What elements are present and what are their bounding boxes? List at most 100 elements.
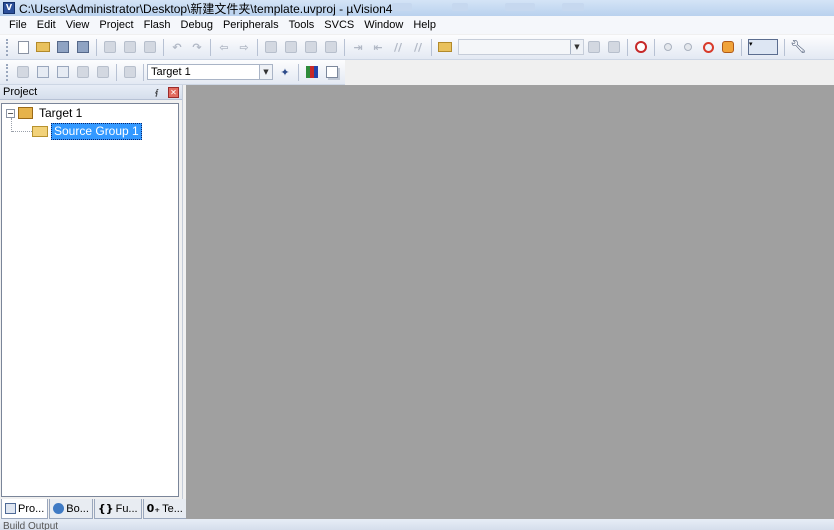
insert-bookmark-button[interactable] — [263, 39, 279, 55]
toolbar-separator — [431, 38, 432, 56]
debug-magnifier-icon — [635, 41, 647, 53]
find-in-files-icon — [438, 42, 452, 52]
toolbar-separator — [741, 38, 742, 56]
menu-project[interactable]: Project — [94, 16, 138, 34]
undo-button[interactable]: ↶ — [169, 39, 185, 55]
batch-build-button[interactable] — [75, 64, 91, 80]
chevron-down-icon[interactable]: ▼ — [570, 40, 583, 54]
open-button[interactable] — [35, 39, 51, 55]
tab-templates[interactable]: 0₊ Te... — [142, 499, 187, 519]
breakpoint-ring-icon — [702, 41, 714, 53]
incremental-find-button[interactable] — [606, 39, 622, 55]
navigate-back-button[interactable]: ⇦ — [216, 39, 232, 55]
unindent-button[interactable]: ⇤ — [370, 39, 386, 55]
find-button[interactable] — [586, 39, 602, 55]
arrow-right-icon: ⇨ — [239, 40, 249, 54]
select-device-button[interactable] — [324, 64, 340, 80]
configure-button[interactable]: 🔧︎ — [790, 39, 807, 55]
menu-flash[interactable]: Flash — [139, 16, 176, 34]
find-combo[interactable]: ▼ — [458, 39, 584, 55]
window-layout-button[interactable]: ▾ — [747, 39, 779, 55]
download-icon — [124, 66, 136, 78]
collapse-icon[interactable]: − — [6, 108, 15, 118]
menu-tools[interactable]: Tools — [284, 16, 320, 34]
toolbar-separator — [784, 38, 785, 56]
debug-session-button[interactable] — [633, 39, 649, 55]
menu-debug[interactable]: Debug — [176, 16, 218, 34]
new-file-button[interactable] — [15, 39, 31, 55]
toolbar-grip[interactable] — [6, 38, 9, 56]
clear-bookmarks-button[interactable] — [323, 39, 339, 55]
next-bookmark-button[interactable] — [303, 39, 319, 55]
cut-button[interactable] — [102, 39, 118, 55]
toolbar-separator — [163, 38, 164, 56]
editor-area[interactable] — [186, 85, 834, 519]
save-all-button[interactable] — [75, 39, 91, 55]
toolbar-separator — [344, 38, 345, 56]
menu-peripherals[interactable]: Peripherals — [218, 16, 284, 34]
indent-button[interactable]: ⇥ — [350, 39, 366, 55]
incremental-find-icon — [608, 41, 620, 53]
tree-node-source-group-label[interactable]: Source Group 1 — [51, 122, 142, 140]
find-icon — [588, 41, 600, 53]
close-icon[interactable]: ✕ — [168, 86, 179, 98]
tab-project[interactable]: Pro... — [1, 499, 49, 519]
manage-components-button[interactable] — [304, 64, 320, 80]
target-select[interactable]: Target 1 ▼ — [147, 64, 273, 80]
build-button[interactable] — [35, 64, 51, 80]
rebuild-icon — [57, 66, 69, 78]
folder-icon — [32, 125, 48, 137]
enable-breakpoint-button[interactable] — [680, 39, 696, 55]
project-tree[interactable]: − Target 1 Source Group 1 — [1, 103, 179, 497]
stop-build-icon — [97, 66, 109, 78]
paste-button[interactable] — [142, 39, 158, 55]
redo-button[interactable]: ↷ — [189, 39, 205, 55]
chevron-down-icon[interactable]: ▼ — [259, 65, 272, 79]
tree-node-source-group[interactable]: Source Group 1 — [32, 122, 142, 140]
comment-button[interactable]: // — [390, 39, 406, 55]
kill-all-breakpoints-button[interactable] — [720, 39, 736, 55]
background-window-fragment — [452, 3, 468, 11]
toolbar-separator — [116, 63, 117, 81]
target-options-button[interactable]: ✦ — [277, 64, 293, 80]
translate-button[interactable] — [15, 64, 31, 80]
books-tab-icon — [53, 503, 65, 514]
find-in-files-button[interactable] — [437, 39, 453, 55]
rebuild-button[interactable] — [55, 64, 71, 80]
paste-icon — [144, 41, 156, 53]
save-button[interactable] — [55, 39, 71, 55]
stop-build-button[interactable] — [95, 64, 111, 80]
menu-edit[interactable]: Edit — [32, 16, 61, 34]
background-window-fragment — [392, 3, 412, 11]
magic-wand-icon: ✦ — [280, 65, 290, 79]
menu-view[interactable]: View — [61, 16, 95, 34]
menu-window[interactable]: Window — [359, 16, 408, 34]
prev-bookmark-button[interactable] — [283, 39, 299, 55]
translate-icon — [17, 66, 29, 78]
open-folder-icon — [36, 42, 50, 52]
tab-functions[interactable]: {} Fu... — [93, 499, 142, 519]
window-title: C:\Users\Administrator\Desktop\新建文件夹\tem… — [19, 1, 393, 16]
disable-all-breakpoints-button[interactable] — [700, 39, 716, 55]
bookmark-icon — [265, 41, 277, 53]
tab-books[interactable]: Bo... — [49, 499, 93, 519]
insert-breakpoint-button[interactable] — [660, 39, 676, 55]
tree-node-target-label[interactable]: Target 1 — [37, 106, 84, 121]
menu-help[interactable]: Help — [408, 16, 441, 34]
undo-icon: ↶ — [172, 40, 182, 54]
tree-node-target[interactable]: − Target 1 — [6, 105, 84, 121]
navigate-forward-button[interactable]: ⇨ — [236, 39, 252, 55]
build-output-panel: Build Output — [0, 519, 834, 530]
menu-file[interactable]: File — [4, 16, 32, 34]
tab-books-label: Bo... — [66, 502, 89, 515]
uncomment-icon: // — [413, 40, 423, 54]
toolbar-grip[interactable] — [6, 63, 9, 81]
uncomment-button[interactable]: // — [410, 39, 426, 55]
build-output-title: Build Output — [3, 521, 59, 530]
pin-icon[interactable]: ⨐ — [152, 88, 162, 97]
toolbar-separator — [298, 63, 299, 81]
download-button[interactable] — [122, 64, 138, 80]
menu-svcs[interactable]: SVCS — [319, 16, 359, 34]
copy-button[interactable] — [122, 39, 138, 55]
build-toolbar: Target 1 ▼ ✦ — [0, 60, 345, 85]
